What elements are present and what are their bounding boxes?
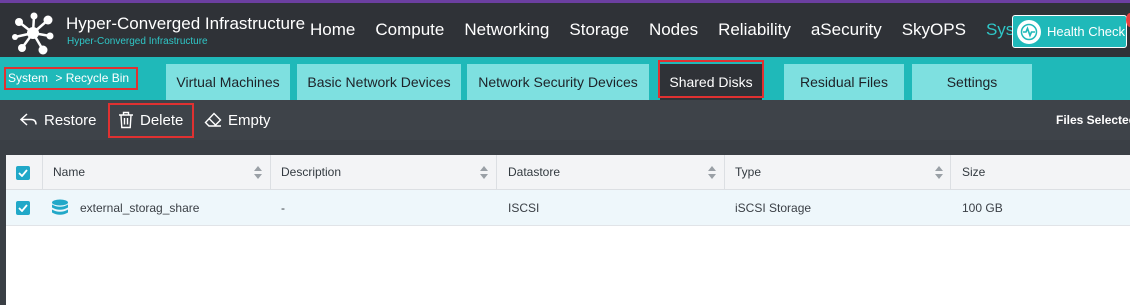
tab-residual-files[interactable]: Residual Files [784, 64, 904, 100]
empty-label: Empty [228, 111, 271, 129]
recycle-bin-table: Name Description Datastore Type Size ext… [6, 155, 1130, 305]
nav-item-asecurity[interactable]: aSecurity [801, 3, 892, 57]
tab-basic-network-devices[interactable]: Basic Network Devices [297, 64, 461, 100]
cell-name: external_storag_share [80, 201, 200, 215]
restore-label: Restore [44, 111, 97, 129]
disk-icon [52, 199, 68, 215]
delete-label: Delete [140, 111, 184, 129]
eraser-icon [204, 112, 222, 127]
trash-icon [119, 111, 133, 129]
delete-button[interactable]: Delete [118, 100, 183, 140]
nav-item-nodes[interactable]: Nodes [639, 3, 708, 57]
restore-button[interactable]: Restore [20, 100, 97, 140]
nav-item-storage[interactable]: Storage [559, 3, 639, 57]
nav-item-compute[interactable]: Compute [365, 3, 454, 57]
cell-type: iSCSI Storage [735, 201, 812, 215]
restore-icon [20, 113, 37, 126]
tab-bar: System > Recycle Bin Virtual Machines Ba… [0, 57, 1130, 100]
app-subtitle: Hyper-Converged Infrastructure [67, 36, 208, 47]
column-divider [42, 155, 43, 190]
breadcrumb: System > Recycle Bin [4, 67, 138, 90]
cell-description: - [281, 201, 285, 215]
table-header: Name Description Datastore Type Size [6, 155, 1130, 190]
select-all-checkbox[interactable] [16, 166, 30, 180]
nav-item-networking[interactable]: Networking [454, 3, 559, 57]
column-header-type[interactable]: Type [735, 155, 761, 190]
notification-dot [1126, 13, 1130, 27]
main-nav: Home Compute Networking Storage Nodes Re… [300, 3, 1053, 57]
column-divider[interactable] [496, 155, 497, 190]
check-icon [18, 169, 28, 177]
sort-icon[interactable] [935, 166, 943, 179]
tab-shared-disks[interactable]: Shared Disks [660, 64, 762, 100]
tab-virtual-machines[interactable]: Virtual Machines [166, 64, 290, 100]
sort-icon[interactable] [480, 166, 488, 179]
cell-size: 100 GB [962, 201, 1003, 215]
empty-button[interactable]: Empty [204, 100, 271, 140]
top-bar: Hyper-Converged Infrastructure Hyper-Con… [0, 0, 1130, 57]
sort-icon[interactable] [254, 166, 262, 179]
column-header-size[interactable]: Size [962, 155, 985, 190]
column-divider[interactable] [950, 155, 951, 190]
logo-icon [12, 12, 54, 55]
breadcrumb-current: Recycle Bin [65, 71, 130, 85]
column-divider[interactable] [724, 155, 725, 190]
nav-item-skyops[interactable]: SkyOPS [892, 3, 976, 57]
health-check-label: Health Check [1047, 24, 1126, 39]
app-title: Hyper-Converged Infrastructure [66, 14, 306, 33]
sort-icon[interactable] [708, 166, 716, 179]
column-header-datastore[interactable]: Datastore [508, 155, 560, 190]
toolbar: Restore Delete Empty Files Selected [0, 100, 1130, 140]
nav-item-home[interactable]: Home [300, 3, 365, 57]
table-row[interactable]: external_storag_share - ISCSI iSCSI Stor… [6, 190, 1130, 226]
breadcrumb-separator: > [55, 71, 63, 85]
nav-item-reliability[interactable]: Reliability [708, 3, 801, 57]
column-header-name[interactable]: Name [53, 155, 85, 190]
tab-settings[interactable]: Settings [912, 64, 1032, 100]
health-check-button[interactable]: Health Check [1012, 15, 1127, 48]
tab-network-security-devices[interactable]: Network Security Devices [467, 64, 649, 100]
column-divider[interactable] [270, 155, 271, 190]
check-icon [18, 204, 28, 212]
files-selected-label: Files Selected [1056, 113, 1130, 127]
health-check-icon [1017, 19, 1041, 44]
cell-datastore: ISCSI [508, 201, 540, 215]
breadcrumb-root[interactable]: System [8, 71, 48, 85]
column-header-description[interactable]: Description [281, 155, 341, 190]
row-checkbox[interactable] [16, 201, 30, 215]
